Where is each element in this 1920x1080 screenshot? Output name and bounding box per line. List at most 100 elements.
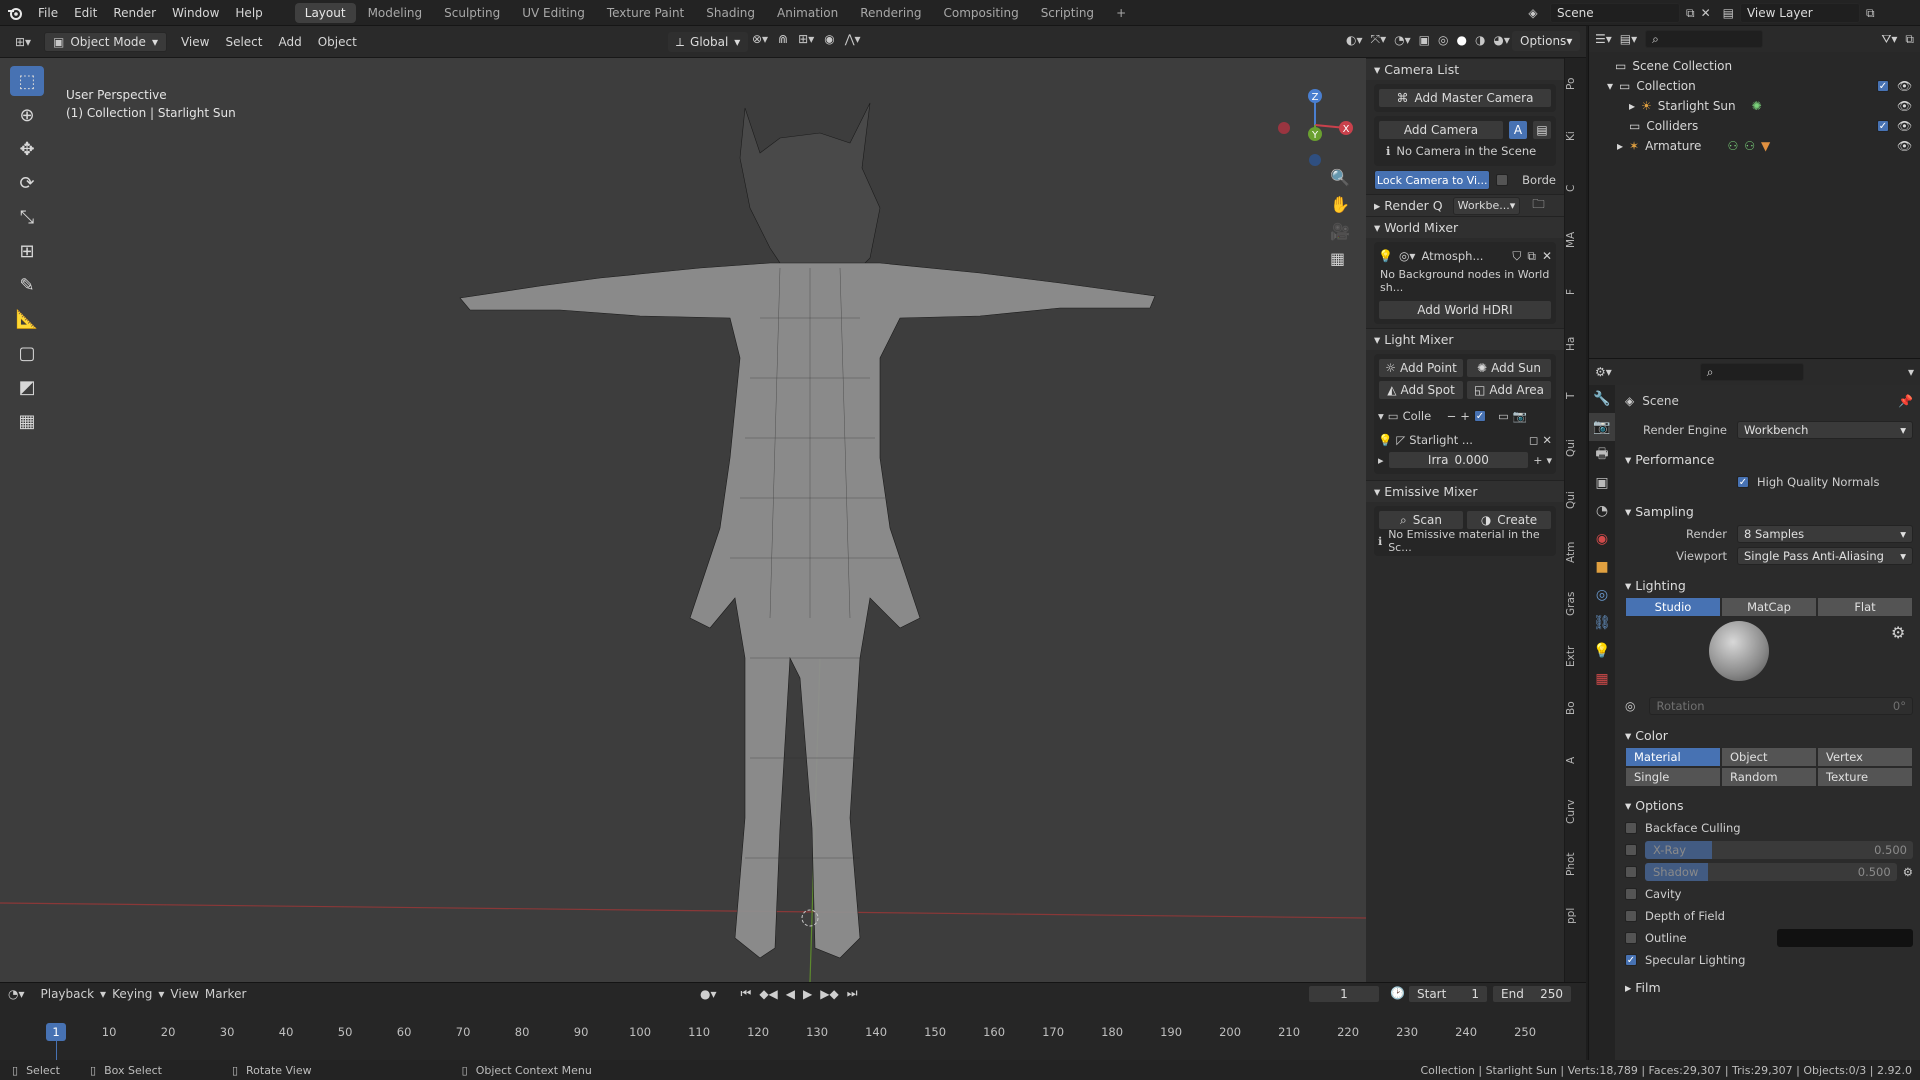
render-queue-header[interactable]: ▸ Render Q Workbe... ▾ 🗀 <box>1366 194 1564 216</box>
next-keyframe-icon[interactable]: ▶◆ <box>820 987 838 1001</box>
scene-selector[interactable]: Scene <box>1550 3 1680 23</box>
tab-compositing[interactable]: Compositing <box>933 3 1028 23</box>
backface-culling-checkbox[interactable] <box>1625 822 1637 834</box>
outliner-editor-icon[interactable]: ☰▾ <box>1595 32 1612 46</box>
tool-tab-icon[interactable]: 🔧 <box>1589 385 1615 413</box>
world-name[interactable]: Atmosph... <box>1421 249 1506 263</box>
proportional-edit-icon[interactable]: ◉ <box>824 32 834 46</box>
folder-icon[interactable]: 🗀 <box>1532 195 1545 216</box>
end-frame-field[interactable]: End 250 <box>1492 985 1572 1003</box>
menu-keying[interactable]: Keying <box>112 987 152 1001</box>
shadow-checkbox[interactable] <box>1625 866 1637 878</box>
shading-wireframe-icon[interactable]: ◎ <box>1438 33 1448 47</box>
camera-view-icon[interactable]: 🎥 <box>1330 222 1350 241</box>
plus-icon[interactable]: + <box>1460 409 1470 423</box>
outliner-search-input[interactable]: ⌕ <box>1645 30 1764 48</box>
visibility-icon[interactable]: ◐▾ <box>1346 33 1363 47</box>
menu-view[interactable]: View <box>173 35 217 49</box>
remove-light-icon[interactable]: ✕ <box>1542 433 1552 447</box>
texture-tab-icon[interactable]: ▦ <box>1589 665 1615 693</box>
tab-modeling[interactable]: Modeling <box>358 3 433 23</box>
properties-search-input[interactable]: ⌕ <box>1699 363 1804 381</box>
color-material[interactable]: Material <box>1625 747 1721 767</box>
outliner-item-scene-collection[interactable]: ▭ Scene Collection <box>1589 56 1920 76</box>
add-spot-button[interactable]: ◭ Add Spot <box>1378 380 1464 400</box>
view-layer-icon[interactable]: ▤ <box>1723 6 1734 20</box>
light-mixer-header[interactable]: ▾ Light Mixer <box>1366 328 1564 350</box>
collection-name[interactable]: Colle <box>1403 409 1443 423</box>
cavity-checkbox[interactable] <box>1625 888 1637 900</box>
depth-of-field-checkbox[interactable] <box>1625 910 1637 922</box>
overlay-toggle-icon[interactable]: ◔▾ <box>1394 33 1411 47</box>
display-icon[interactable]: ▭ <box>1498 409 1509 423</box>
render-queue-dropdown[interactable]: Workbe... ▾ <box>1452 196 1521 215</box>
lock-camera-button[interactable]: Lock Camera to Vi... <box>1374 170 1491 190</box>
color-header[interactable]: ▾ Color <box>1617 723 1920 747</box>
measure-tool-icon[interactable]: 📐 <box>10 304 44 334</box>
outliner-item-collection[interactable]: ▾ ▭ Collection ✓ 👁 <box>1589 76 1920 96</box>
menu-select[interactable]: Select <box>217 35 270 49</box>
gizmo-toggle-icon[interactable]: ⤧▾ <box>1371 32 1387 47</box>
add-area-button[interactable]: ◱ Add Area <box>1466 380 1552 400</box>
display-mode-icon[interactable]: ▤▾ <box>1620 32 1637 46</box>
lighting-header[interactable]: ▾ Lighting <box>1617 573 1920 597</box>
add-master-camera-button[interactable]: ⌘ Add Master Camera <box>1378 88 1552 108</box>
lighting-flat[interactable]: Flat <box>1817 597 1913 617</box>
tab-scripting[interactable]: Scripting <box>1031 3 1104 23</box>
sidebar-tab-4[interactable]: F <box>1565 266 1587 318</box>
outline-checkbox[interactable] <box>1625 932 1637 944</box>
new-view-layer-icon[interactable]: ⧉ <box>1866 6 1875 21</box>
jump-start-icon[interactable]: ⏮ <box>741 986 752 1001</box>
rotate-tool-icon[interactable]: ⟳ <box>10 168 44 198</box>
snap-target-icon[interactable]: ⊞▾ <box>798 32 814 46</box>
sidebar-tab-16[interactable]: ppl <box>1565 890 1587 942</box>
sort-icon[interactable]: A <box>1508 120 1528 140</box>
sidebar-tab-14[interactable]: Curv <box>1565 786 1587 838</box>
collection-enabled-checkbox[interactable]: ✓ <box>1473 410 1486 422</box>
high-quality-normals-checkbox[interactable]: ✓ <box>1737 476 1749 488</box>
world-mixer-header[interactable]: ▾ World Mixer <box>1366 216 1564 238</box>
light-bulb-icon[interactable]: 💡 <box>1378 249 1393 263</box>
sidebar-tab-3[interactable]: MA <box>1565 214 1587 266</box>
menu-object[interactable]: Object <box>310 35 365 49</box>
color-single[interactable]: Single <box>1625 767 1721 787</box>
color-vertex[interactable]: Vertex <box>1817 747 1913 767</box>
eye-icon[interactable]: 👁 <box>1897 139 1912 153</box>
view-layer-tab-icon[interactable]: ▣ <box>1589 469 1615 497</box>
chevron-down-icon[interactable]: ▾ <box>1908 365 1914 379</box>
tab-rendering[interactable]: Rendering <box>850 3 931 23</box>
shear-tool-icon[interactable]: ◩ <box>10 372 44 402</box>
menu-help[interactable]: Help <box>227 6 270 20</box>
menu-window[interactable]: Window <box>164 6 227 20</box>
xray-slider[interactable]: X-Ray 0.500 <box>1645 841 1913 859</box>
color-swatch-icon[interactable]: ◻ <box>1529 433 1539 447</box>
timeline-editor-icon[interactable]: ◔▾ <box>8 987 25 1001</box>
lighting-matcap[interactable]: MatCap <box>1721 597 1817 617</box>
colliders-checkbox[interactable]: ✓ <box>1877 120 1889 132</box>
color-random[interactable]: Random <box>1721 767 1817 787</box>
tab-texture-paint[interactable]: Texture Paint <box>597 3 694 23</box>
sidebar-tab-6[interactable]: T <box>1565 370 1587 422</box>
eye-icon[interactable]: 👁 <box>1897 99 1912 113</box>
add-workspace-button[interactable]: + <box>1106 3 1136 23</box>
new-scene-icon[interactable]: ⧉ <box>1686 6 1695 21</box>
sidebar-tab-10[interactable]: Gras <box>1565 578 1587 630</box>
film-header[interactable]: ▸ Film <box>1617 975 1920 999</box>
object-tab-icon[interactable]: ■ <box>1589 553 1615 581</box>
performance-header[interactable]: ▾ Performance <box>1617 447 1920 471</box>
outline-color-swatch[interactable] <box>1777 929 1913 947</box>
view-layer-selector[interactable]: View Layer <box>1739 3 1860 23</box>
specular-lighting-checkbox[interactable]: ✓ <box>1625 954 1637 966</box>
zoom-icon[interactable]: 🔍 <box>1330 168 1350 187</box>
menu-edit[interactable]: Edit <box>66 6 105 20</box>
sidebar-tab-2[interactable]: C <box>1565 162 1587 214</box>
close-icon[interactable]: ✕ <box>1542 249 1552 263</box>
properties-editor-icon[interactable]: ⚙▾ <box>1595 365 1612 379</box>
menu-add[interactable]: Add <box>270 35 309 49</box>
world-space-icon[interactable]: ◎ <box>1625 699 1635 713</box>
color-object[interactable]: Object <box>1721 747 1817 767</box>
shield-icon[interactable]: ⛉ <box>1512 249 1521 264</box>
prev-keyframe-icon[interactable]: ◆◀ <box>759 987 777 1001</box>
light-bulb-icon[interactable]: 💡 <box>1378 433 1392 447</box>
eye-icon[interactable]: 👁 <box>1897 79 1912 93</box>
